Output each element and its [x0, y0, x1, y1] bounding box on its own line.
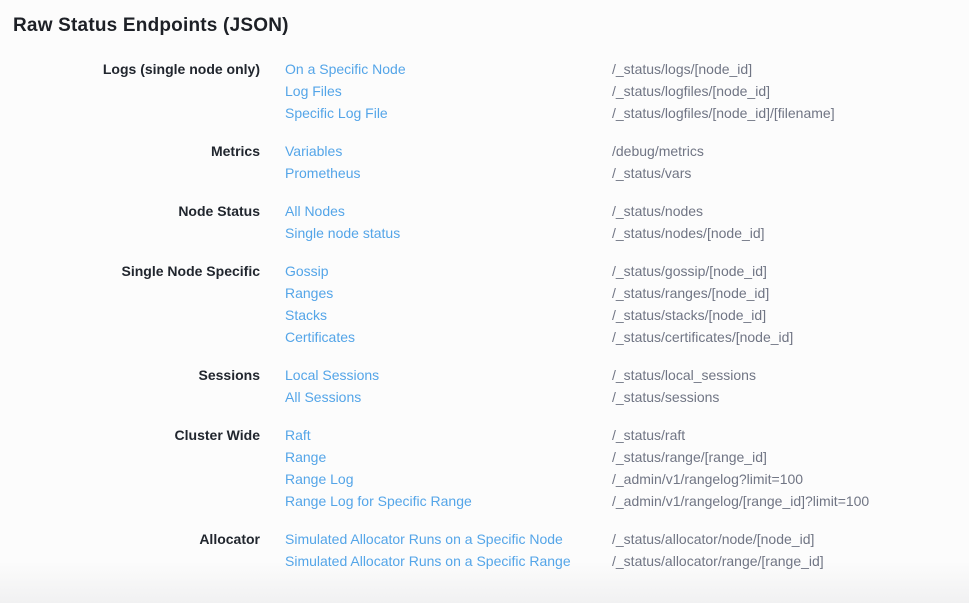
- endpoint-link[interactable]: All Sessions: [285, 386, 612, 408]
- category-label: Metrics: [0, 140, 260, 184]
- endpoint-link[interactable]: Range Log for Specific Range: [285, 490, 612, 512]
- endpoint-link[interactable]: All Nodes: [285, 200, 612, 222]
- endpoint-links-column: On a Specific NodeLog FilesSpecific Log …: [260, 58, 612, 124]
- endpoint-link[interactable]: Stacks: [285, 304, 612, 326]
- endpoint-links-column: GossipRangesStacksCertificates: [260, 260, 612, 348]
- endpoint-paths-column: /_status/gossip/[node_id]/_status/ranges…: [612, 260, 969, 348]
- endpoint-path: /_status/logfiles/[node_id]: [612, 80, 969, 102]
- endpoint-link[interactable]: Local Sessions: [285, 364, 612, 386]
- endpoint-paths-column: /_status/allocator/node/[node_id]/_statu…: [612, 528, 969, 572]
- endpoint-path: /_status/nodes/[node_id]: [612, 222, 969, 244]
- endpoint-group: Node StatusAll NodesSingle node status/_…: [0, 200, 969, 244]
- category-label: Single Node Specific: [0, 260, 260, 348]
- endpoint-group: Cluster WideRaftRangeRange LogRange Log …: [0, 424, 969, 512]
- endpoint-paths-column: /_status/logs/[node_id]/_status/logfiles…: [612, 58, 969, 124]
- endpoint-path: /_status/logfiles/[node_id]/[filename]: [612, 102, 969, 124]
- endpoint-path: /_status/raft: [612, 424, 969, 446]
- endpoint-path: /_status/local_sessions: [612, 364, 969, 386]
- endpoint-link[interactable]: Certificates: [285, 326, 612, 348]
- endpoint-group: MetricsVariablesPrometheus/debug/metrics…: [0, 140, 969, 184]
- endpoint-link[interactable]: Gossip: [285, 260, 612, 282]
- endpoint-link[interactable]: Simulated Allocator Runs on a Specific R…: [285, 550, 612, 572]
- endpoint-path: /_status/certificates/[node_id]: [612, 326, 969, 348]
- category-label: Allocator: [0, 528, 260, 572]
- endpoint-link[interactable]: Range Log: [285, 468, 612, 490]
- category-label: Cluster Wide: [0, 424, 260, 512]
- endpoint-link[interactable]: Simulated Allocator Runs on a Specific N…: [285, 528, 612, 550]
- endpoint-links-column: All NodesSingle node status: [260, 200, 612, 244]
- endpoint-path: /_status/gossip/[node_id]: [612, 260, 969, 282]
- endpoints-table: Logs (single node only)On a Specific Nod…: [0, 58, 969, 572]
- category-label: Logs (single node only): [0, 58, 260, 124]
- endpoint-path: /_status/logs/[node_id]: [612, 58, 969, 80]
- endpoint-path: /_admin/v1/rangelog/[range_id]?limit=100: [612, 490, 969, 512]
- endpoint-link[interactable]: On a Specific Node: [285, 58, 612, 80]
- page-title: Raw Status Endpoints (JSON): [0, 0, 969, 39]
- endpoint-group: Logs (single node only)On a Specific Nod…: [0, 58, 969, 124]
- category-label: Sessions: [0, 364, 260, 408]
- endpoint-links-column: Simulated Allocator Runs on a Specific N…: [260, 528, 612, 572]
- endpoint-path: /_status/sessions: [612, 386, 969, 408]
- endpoint-group: Single Node SpecificGossipRangesStacksCe…: [0, 260, 969, 348]
- endpoint-group: Allocator Simulated Allocator Runs on a S…: [0, 528, 969, 572]
- endpoint-links-column: RaftRangeRange LogRange Log for Specific…: [260, 424, 612, 512]
- endpoint-link[interactable]: Variables: [285, 140, 612, 162]
- endpoint-link[interactable]: Prometheus: [285, 162, 612, 184]
- endpoint-path: /_status/nodes: [612, 200, 969, 222]
- endpoint-path: /_status/allocator/node/[node_id]: [612, 528, 969, 550]
- endpoint-paths-column: /_status/local_sessions/_status/sessions: [612, 364, 969, 408]
- endpoint-path: /debug/metrics: [612, 140, 969, 162]
- endpoint-path: /_status/stacks/[node_id]: [612, 304, 969, 326]
- endpoint-path: /_status/range/[range_id]: [612, 446, 969, 468]
- endpoint-path: /_admin/v1/rangelog?limit=100: [612, 468, 969, 490]
- endpoint-path: /_status/vars: [612, 162, 969, 184]
- endpoint-path: /_status/allocator/range/[range_id]: [612, 550, 969, 572]
- endpoint-link[interactable]: Range: [285, 446, 612, 468]
- category-label: Node Status: [0, 200, 260, 244]
- endpoint-link[interactable]: Raft: [285, 424, 612, 446]
- endpoint-paths-column: /debug/metrics/_status/vars: [612, 140, 969, 184]
- endpoint-link[interactable]: Ranges: [285, 282, 612, 304]
- endpoint-path: /_status/ranges/[node_id]: [612, 282, 969, 304]
- endpoint-link[interactable]: Log Files: [285, 80, 612, 102]
- endpoint-paths-column: /_status/nodes/_status/nodes/[node_id]: [612, 200, 969, 244]
- endpoint-link[interactable]: Single node status: [285, 222, 612, 244]
- endpoint-links-column: VariablesPrometheus: [260, 140, 612, 184]
- endpoint-group: SessionsLocal SessionsAll Sessions/_stat…: [0, 364, 969, 408]
- endpoint-link[interactable]: Specific Log File: [285, 102, 612, 124]
- endpoint-paths-column: /_status/raft/_status/range/[range_id]/_…: [612, 424, 969, 512]
- endpoint-links-column: Local SessionsAll Sessions: [260, 364, 612, 408]
